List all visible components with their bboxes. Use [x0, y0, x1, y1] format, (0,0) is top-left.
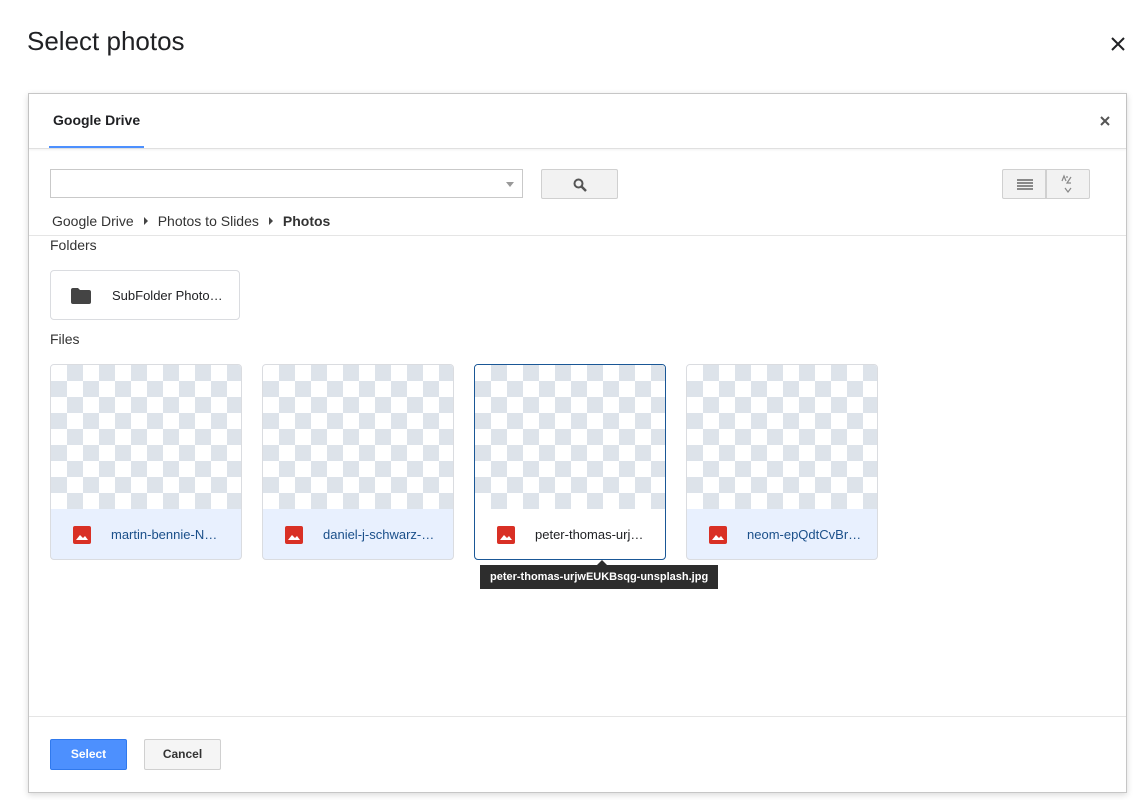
list-view-button[interactable] — [1002, 169, 1046, 199]
image-icon — [497, 526, 515, 544]
image-icon — [709, 526, 727, 544]
tooltip-arrow — [597, 560, 607, 565]
image-icon — [285, 526, 303, 544]
file-item[interactable]: neom-epQdtCvBr… — [686, 364, 878, 560]
breadcrumb-photos-to-slides[interactable]: Photos to Slides — [158, 213, 259, 229]
select-photos-dialog: Select photos Google Drive Google Drive … — [0, 0, 1134, 800]
file-item[interactable]: peter-thomas-urj… — [474, 364, 666, 560]
file-footer: neom-epQdtCvBr… — [687, 509, 877, 559]
sort-az-icon — [1061, 174, 1072, 193]
search-input[interactable] — [51, 170, 503, 197]
folder-icon — [71, 288, 91, 304]
tooltip-text: peter-thomas-urjwEUKBsqg-unsplash.jpg — [490, 571, 709, 583]
drive-picker: Google Drive Google Drive Photos to Slid… — [28, 93, 1127, 793]
file-footer: daniel-j-schwarz-… — [263, 509, 453, 559]
close-icon[interactable] — [1104, 30, 1132, 58]
search-button[interactable] — [541, 169, 618, 199]
select-button[interactable]: Select — [50, 739, 127, 770]
files-heading: Files — [50, 331, 80, 347]
search-field[interactable] — [50, 169, 523, 198]
file-name: martin-bennie-N… — [111, 527, 218, 542]
thumbnail — [687, 365, 877, 509]
folder-name: SubFolder Photo… — [112, 288, 223, 303]
list-view-icon — [1017, 179, 1033, 190]
file-name: peter-thomas-urj… — [535, 527, 644, 542]
close-icon[interactable] — [1098, 114, 1112, 128]
breadcrumb-google-drive[interactable]: Google Drive — [52, 213, 134, 229]
chevron-down-icon[interactable] — [506, 182, 514, 187]
file-name: neom-epQdtCvBr… — [747, 527, 862, 542]
file-name: daniel-j-schwarz-… — [323, 527, 435, 542]
file-tooltip: peter-thomas-urjwEUKBsqg-unsplash.jpg — [480, 560, 719, 589]
cancel-button[interactable]: Cancel — [144, 739, 221, 770]
chevron-right-icon — [268, 217, 273, 225]
thumbnail — [51, 365, 241, 509]
sort-button[interactable] — [1046, 169, 1090, 199]
dialog-title: Select photos — [27, 26, 185, 56]
tab-google-drive[interactable]: Google Drive — [49, 94, 145, 148]
file-footer: peter-thomas-urj… — [475, 509, 665, 559]
folders-heading: Folders — [50, 237, 97, 253]
folder-item[interactable]: SubFolder Photo… — [50, 270, 240, 320]
picker-tabbar: Google Drive — [29, 94, 1126, 149]
file-item[interactable]: martin-bennie-N… — [50, 364, 242, 560]
thumbnail — [263, 365, 453, 509]
search-icon — [573, 178, 587, 192]
file-item[interactable]: daniel-j-schwarz-… — [262, 364, 454, 560]
image-icon — [73, 526, 91, 544]
breadcrumb-photos: Photos — [282, 213, 331, 229]
file-footer: martin-bennie-N… — [51, 509, 241, 559]
divider — [29, 235, 1126, 236]
chevron-right-icon — [143, 217, 148, 225]
divider — [29, 716, 1126, 717]
breadcrumb: Google Drive Photos to Slides Photos — [52, 211, 330, 231]
thumbnail — [475, 365, 665, 509]
